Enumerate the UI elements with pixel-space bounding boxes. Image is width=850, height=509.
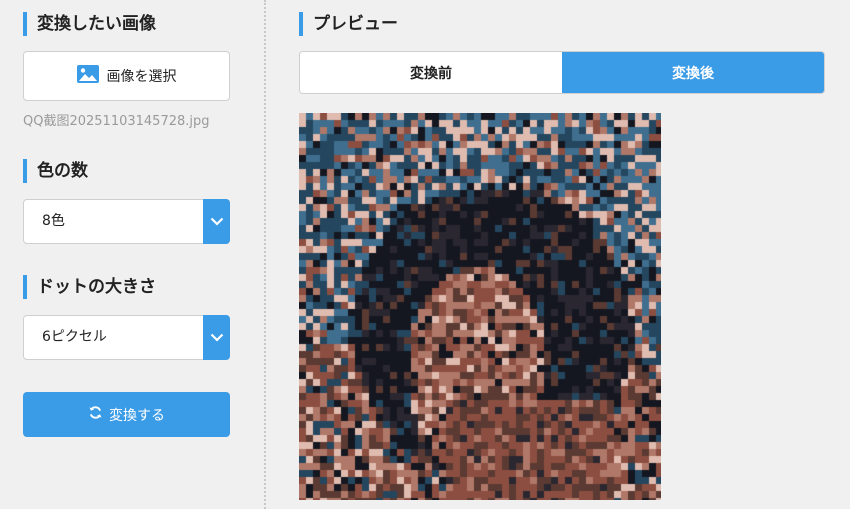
pixelated-portrait xyxy=(299,113,661,500)
chevron-down-icon xyxy=(203,315,230,360)
preview-panel: プレビュー 変換前 変換後 xyxy=(266,0,850,509)
refresh-icon xyxy=(88,405,103,424)
convert-label: 変換する xyxy=(109,407,165,424)
preview-tabs: 変換前 変換後 xyxy=(299,51,825,94)
preview-title: プレビュー xyxy=(299,12,398,36)
select-image-button[interactable]: 画像を選択 xyxy=(23,51,230,101)
color-count-select[interactable]: 8色 xyxy=(23,199,230,244)
chevron-down-icon xyxy=(203,199,230,244)
selected-filename: QQ截图20251103145728.jpg xyxy=(23,114,210,129)
tab-after[interactable]: 変換後 xyxy=(562,52,824,93)
image-section-title: 変換したい画像 xyxy=(23,12,156,36)
image-icon xyxy=(76,65,99,87)
dot-size-value: 6ピクセル xyxy=(42,329,107,345)
sidebar-panel: 変換したい画像 画像を選択 QQ截图20251103145728.jpg 色の数… xyxy=(0,0,264,509)
color-count-value: 8色 xyxy=(42,213,65,229)
dot-size-select[interactable]: 6ピクセル xyxy=(23,315,230,360)
dot-size-section-title: ドットの大きさ xyxy=(23,275,156,299)
select-image-label: 画像を選択 xyxy=(106,69,177,85)
convert-button[interactable]: 変換する xyxy=(23,392,230,437)
preview-image xyxy=(299,113,661,500)
tab-before[interactable]: 変換前 xyxy=(300,52,562,93)
colors-section-title: 色の数 xyxy=(23,159,88,183)
